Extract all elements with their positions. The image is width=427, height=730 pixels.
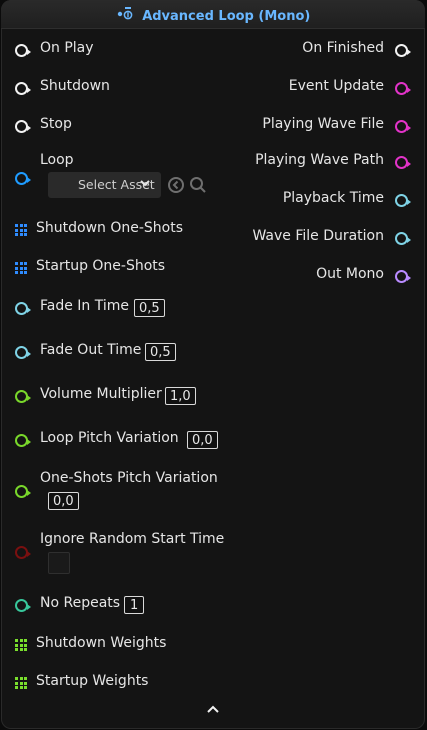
input-shutdown: Shutdown [15, 78, 215, 100]
array-pin-icon[interactable] [15, 262, 27, 274]
input-no-repeats: No Repeats [15, 595, 215, 617]
shutdown-weights-label: Shutdown Weights [36, 635, 167, 651]
audio-pin-icon[interactable] [395, 270, 411, 283]
audio-node-icon [116, 7, 139, 24]
loop-label: Loop [40, 152, 74, 168]
int-pin-icon[interactable] [15, 599, 31, 612]
node-title: Advanced Loop (Mono) [1, 6, 425, 24]
float-pin-icon[interactable] [15, 346, 31, 359]
playing-wave-file-label: Playing Wave File [262, 116, 384, 132]
no-repeats-field[interactable]: 1 [124, 596, 145, 614]
exec-pin-icon[interactable] [15, 82, 31, 95]
advanced-loop-node[interactable]: Advanced Loop (Mono) On Play Shutdown St… [1, 0, 425, 729]
startup-one-shots-label: Startup One-Shots [36, 258, 166, 274]
input-volume-multiplier: Volume Multiplier [15, 386, 235, 408]
playing-wave-path-label: Playing Wave Path [255, 152, 384, 168]
wave-file-duration-label: Wave File Duration [252, 228, 384, 244]
input-startup-weights: Startup Weights [15, 673, 235, 695]
one-shots-pitch-variation-field[interactable]: 0,0 [48, 492, 79, 510]
time-pin-icon[interactable] [395, 194, 411, 207]
startup-weights-label: Startup Weights [36, 673, 149, 689]
array-pin-icon[interactable] [15, 639, 27, 651]
array-pin-icon[interactable] [15, 677, 27, 689]
ignore-random-start-time-checkbox[interactable] [48, 552, 70, 574]
loop-pitch-variation-label: Loop Pitch Variation [40, 430, 179, 446]
output-wave-file-duration: Wave File Duration [188, 228, 411, 250]
output-playback-time: Playback Time [188, 190, 411, 212]
input-shutdown-weights: Shutdown Weights [15, 635, 235, 657]
shutdown-one-shots-label: Shutdown One-Shots [36, 220, 184, 236]
fade-in-time-label: Fade In Time [40, 298, 130, 314]
input-stop: Stop [15, 116, 215, 138]
exec-pin-icon[interactable] [395, 44, 411, 57]
fade-out-time-field[interactable]: 0,5 [145, 343, 176, 361]
output-out-mono: Out Mono [188, 266, 411, 288]
ignore-random-start-time-label: Ignore Random Start Time [40, 531, 225, 547]
output-playing-wave-path: Playing Wave Path [188, 152, 411, 174]
out-mono-label: Out Mono [316, 266, 384, 282]
output-on-finished: On Finished [208, 40, 411, 62]
output-event-update: Event Update [208, 78, 411, 100]
chevron-down-icon [139, 172, 151, 198]
float-pin-icon[interactable] [15, 434, 31, 447]
fade-in-time-field[interactable]: 0,5 [134, 299, 165, 317]
array-pin-icon[interactable] [15, 224, 27, 236]
event-update-label: Event Update [288, 78, 384, 94]
input-loop-pitch-variation: Loop Pitch Variation [15, 430, 255, 452]
on-finished-label: On Finished [302, 40, 384, 56]
input-on-play: On Play [15, 40, 215, 62]
float-pin-icon[interactable] [15, 390, 31, 403]
chevron-up-icon [207, 705, 219, 713]
float-pin-icon[interactable] [15, 302, 31, 315]
trigger-pin-icon[interactable] [395, 82, 411, 95]
exec-pin-icon[interactable] [15, 44, 31, 57]
volume-multiplier-label: Volume Multiplier [40, 386, 162, 402]
shutdown-label: Shutdown [40, 78, 110, 94]
use-selected-asset-icon[interactable] [167, 176, 185, 198]
input-fade-out-time: Fade Out Time [15, 342, 235, 364]
string-pin-icon[interactable] [395, 156, 411, 169]
fade-out-time-label: Fade Out Time [40, 342, 142, 358]
collapse-node-button[interactable] [1, 704, 425, 720]
input-one-shots-pitch-variation: One-Shots Pitch Variation [15, 470, 255, 492]
wave-asset-pin-icon[interactable] [395, 120, 411, 133]
playback-time-label: Playback Time [282, 190, 384, 206]
input-fade-in-time: Fade In Time [15, 298, 235, 320]
on-play-label: On Play [40, 40, 94, 56]
input-ignore-random-start-time: Ignore Random Start Time [15, 531, 255, 553]
asset-pin-icon[interactable] [15, 172, 31, 185]
output-playing-wave-file: Playing Wave File [188, 116, 411, 138]
select-asset-dropdown[interactable]: Select Asset [48, 172, 161, 198]
time-pin-icon[interactable] [395, 232, 411, 245]
exec-pin-icon[interactable] [15, 120, 31, 133]
node-header[interactable]: Advanced Loop (Mono) [1, 0, 425, 29]
stop-label: Stop [40, 116, 72, 132]
bool-pin-icon[interactable] [15, 546, 31, 559]
volume-multiplier-field[interactable]: 1,0 [165, 387, 196, 405]
node-title-text: Advanced Loop (Mono) [142, 9, 311, 24]
float-pin-icon[interactable] [15, 485, 31, 498]
no-repeats-label: No Repeats [40, 595, 121, 611]
loop-pitch-variation-field[interactable]: 0,0 [187, 431, 218, 449]
input-loop: Loop [15, 152, 215, 174]
one-shots-pitch-variation-label: One-Shots Pitch Variation [40, 470, 218, 486]
